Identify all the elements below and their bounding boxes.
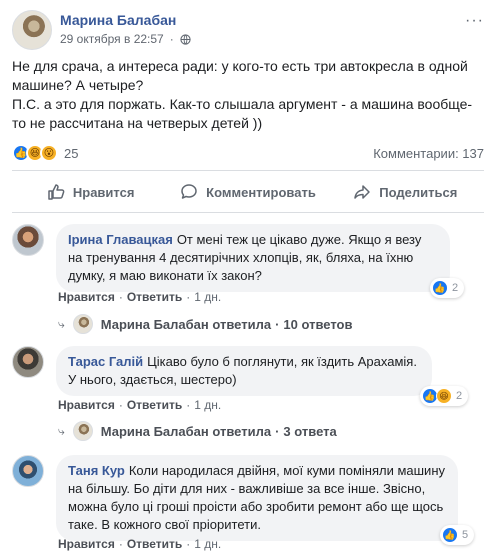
separator-dot: · (186, 398, 191, 412)
comments-count[interactable]: Комментарии: 137 (373, 146, 484, 161)
comment-reaction-count: 5 (462, 529, 469, 541)
separator-dot: · (118, 290, 123, 304)
share-button[interactable]: Поделиться (327, 174, 484, 210)
comment-reactions[interactable]: 👍 5 (440, 525, 475, 545)
post-reactions[interactable]: 👍 😆 😮 25 (12, 144, 78, 162)
like-reaction-icon: 👍 (432, 280, 448, 296)
comment-time[interactable]: 1 дн. (194, 537, 221, 551)
replier-avatar (72, 421, 93, 441)
comment-icon (181, 184, 197, 199)
separator-dot: · (275, 316, 280, 332)
haha-reaction-icon: 😆 (436, 388, 452, 404)
commenter-name[interactable]: Ірина Главацкая (68, 232, 173, 247)
post-text-line1: Не для срача, а интереса ради: у кого-то… (12, 58, 468, 93)
divider (12, 170, 484, 171)
author-name[interactable]: Марина Балабан (60, 12, 176, 28)
replier-avatar (72, 314, 93, 334)
comment-bubble: Таня Кур Коли народилася двійня, мої куми… (56, 455, 458, 541)
divider (12, 212, 484, 213)
commenter-avatar[interactable] (12, 455, 44, 487)
wow-reaction-icon: 😮 (40, 144, 58, 162)
comment-actions: Нравится · Ответить · 1 дн. (58, 398, 221, 412)
replies-summary[interactable]: ⤷ Марина Балабан ответила · 10 ответов (58, 314, 352, 334)
commenter-name[interactable]: Тарас Галій (68, 354, 143, 369)
replier-label: Марина Балабан ответила (100, 316, 272, 332)
comment-like-link[interactable]: Нравится (58, 290, 115, 304)
separator-dot: · (186, 537, 191, 551)
replier-label: Марина Балабан ответила (100, 423, 272, 439)
separator-dot: · (186, 290, 191, 304)
post-meta: 29 октября в 22:57 · (60, 32, 191, 46)
reaction-count[interactable]: 25 (64, 146, 78, 161)
comment-time[interactable]: 1 дн. (194, 398, 221, 412)
like-reaction-icon: 👍 (442, 527, 458, 543)
separator-dot: · (118, 537, 123, 551)
replies-summary[interactable]: ⤷ Марина Балабан ответила · 3 ответа (58, 421, 337, 441)
comment-like-link[interactable]: Нравится (58, 537, 115, 551)
separator-dot: · (169, 32, 174, 46)
comment-reactions[interactable]: 👍 2 (430, 278, 465, 298)
globe-icon (180, 33, 191, 45)
post-date[interactable]: 29 октября в 22:57 (60, 32, 164, 46)
post-header: Марина Балабан 29 октября в 22:57 · ··· (12, 10, 484, 54)
separator-dot: · (275, 423, 280, 439)
comment-bubble: Тарас Галій Цікаво було б поглянути, як ї… (56, 346, 432, 396)
post-text: Не для срача, а интереса ради: у кого-то… (12, 57, 484, 133)
comment-time[interactable]: 1 дн. (194, 290, 221, 304)
replies-count: 10 ответов (283, 316, 353, 332)
more-options-icon[interactable]: ··· (465, 12, 484, 30)
post-text-line2: П.С. а это для поржать. Как-то слышала а… (12, 96, 473, 131)
comment-reactions[interactable]: 👍 😆 2 (420, 386, 469, 406)
commenter-avatar[interactable] (12, 224, 44, 256)
thumbs-up-icon (48, 184, 65, 200)
comment-reply-link[interactable]: Ответить (127, 537, 182, 551)
comment-reply-link[interactable]: Ответить (127, 290, 182, 304)
post-actions: Нравится Комментировать Поделиться (12, 174, 484, 210)
like-button-label: Нравится (72, 184, 135, 200)
comment-reply-link[interactable]: Ответить (127, 398, 182, 412)
commenter-avatar[interactable] (12, 346, 44, 378)
comment-button[interactable]: Комментировать (169, 174, 326, 210)
commenter-name[interactable]: Таня Кур (68, 463, 125, 478)
stats-row: 👍 😆 😮 25 Комментарии: 137 (12, 143, 484, 163)
separator-dot: · (118, 398, 123, 412)
comment-reaction-count: 2 (452, 282, 459, 294)
author-avatar[interactable] (12, 10, 52, 50)
reply-arrow-icon: ⤷ (58, 423, 65, 438)
comment-reaction-count: 2 (456, 390, 463, 402)
comment-actions: Нравится · Ответить · 1 дн. (58, 290, 221, 304)
like-button[interactable]: Нравится (12, 174, 169, 210)
comment-actions: Нравится · Ответить · 1 дн. (58, 537, 221, 551)
replies-count: 3 ответа (283, 423, 337, 439)
comment-like-link[interactable]: Нравится (58, 398, 115, 412)
comment-button-label: Комментировать (206, 184, 316, 200)
comment-bubble: Ірина Главацкая От мені теж це цікаво дуж… (56, 224, 450, 292)
share-button-label: Поделиться (379, 184, 458, 200)
reply-arrow-icon: ⤷ (58, 316, 65, 331)
share-icon (354, 185, 371, 199)
